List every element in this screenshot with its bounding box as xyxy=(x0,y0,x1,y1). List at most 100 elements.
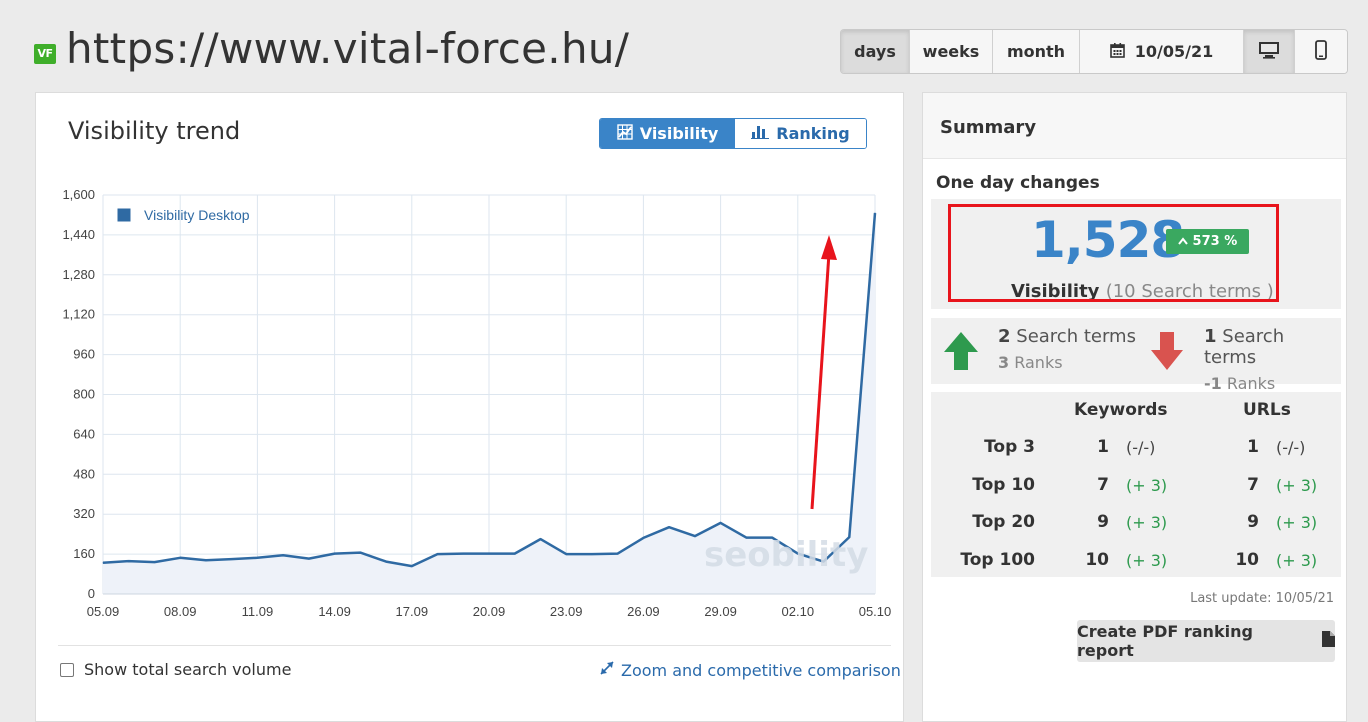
data-point[interactable] xyxy=(694,535,696,537)
x-tick-label: 14.09 xyxy=(318,604,351,619)
data-point[interactable] xyxy=(334,553,336,555)
y-tick-label: 1,280 xyxy=(62,267,95,282)
data-point[interactable] xyxy=(308,558,310,560)
x-tick-label: 05.09 xyxy=(87,604,120,619)
data-point[interactable] xyxy=(565,553,567,555)
visibility-chart[interactable]: 0 160 320 480 640 800 960 1,120 1,280 1,440 1,600 0… xyxy=(36,93,905,638)
summary-panel: Summary One day changes 1,528 573 % Visi… xyxy=(922,92,1347,722)
legend-swatch xyxy=(116,207,132,223)
y-tick-label: 1,440 xyxy=(62,227,95,242)
row-label-top100: Top 100 xyxy=(960,550,1035,570)
data-point[interactable] xyxy=(128,560,130,562)
data-point[interactable] xyxy=(102,562,104,564)
file-icon xyxy=(1322,631,1335,651)
kw-top100-delta: (+ 3) xyxy=(1126,551,1168,570)
weeks-button[interactable]: weeks xyxy=(910,30,993,73)
show-total-checkbox[interactable] xyxy=(60,662,74,677)
arrow-up-icon xyxy=(944,332,978,375)
x-tick-label: 05.10 xyxy=(859,604,892,619)
summary-title: Summary xyxy=(940,117,1037,138)
create-pdf-report-button[interactable]: Create PDF ranking report xyxy=(1077,620,1335,662)
data-point[interactable] xyxy=(539,538,541,540)
kw-top10: 7 xyxy=(1097,475,1109,495)
seobility-watermark: seobility xyxy=(704,535,868,575)
arrow-down-icon xyxy=(1151,332,1183,375)
urls-column-header: URLs xyxy=(1243,400,1291,420)
kw-top20: 9 xyxy=(1097,512,1109,532)
x-tick-label: 23.09 xyxy=(550,604,583,619)
date-label: 10/05/21 xyxy=(1134,42,1214,61)
summary-header: Summary xyxy=(923,93,1346,159)
data-point[interactable] xyxy=(591,553,593,555)
x-tick-label: 29.09 xyxy=(704,604,737,619)
kw-top100: 10 xyxy=(1085,550,1109,570)
mobile-icon xyxy=(1315,39,1327,64)
x-tick-label: 08.09 xyxy=(164,604,197,619)
data-point[interactable] xyxy=(359,552,361,554)
y-tick-label: 640 xyxy=(73,426,95,441)
visibility-trend-panel: Visibility trend Visibility Ranking 0 16… xyxy=(35,92,904,722)
data-point[interactable] xyxy=(231,558,233,560)
down-ranks-label: Ranks xyxy=(1226,374,1276,393)
days-button[interactable]: days xyxy=(841,30,910,73)
data-point[interactable] xyxy=(179,557,181,559)
zoom-comparison-link[interactable]: Zoom and competitive comparison xyxy=(599,660,901,680)
y-tick-label: 1,120 xyxy=(62,307,95,322)
y-tick-label: 320 xyxy=(73,506,95,521)
data-point[interactable] xyxy=(488,553,490,555)
keywords-column-header: Keywords xyxy=(1074,400,1168,420)
one-day-changes-heading: One day changes xyxy=(936,173,1100,193)
url-top100: 10 xyxy=(1235,550,1259,570)
divider xyxy=(58,645,891,646)
data-point[interactable] xyxy=(514,553,516,555)
kw-top10-delta: (+ 3) xyxy=(1126,476,1168,495)
up-count: 2 xyxy=(998,326,1011,347)
data-point[interactable] xyxy=(668,526,670,528)
data-point[interactable] xyxy=(256,557,258,559)
data-point[interactable] xyxy=(411,565,413,567)
data-point[interactable] xyxy=(462,553,464,555)
date-picker-button[interactable]: 10/05/21 xyxy=(1080,30,1244,73)
x-tick-label: 02.10 xyxy=(782,604,815,619)
red-highlight-box xyxy=(948,204,1279,302)
up-ranks-label: Ranks xyxy=(1014,353,1063,372)
legend-label[interactable]: Visibility Desktop xyxy=(144,207,250,223)
data-point[interactable] xyxy=(385,561,387,563)
url-top10: 7 xyxy=(1247,475,1259,495)
data-point[interactable] xyxy=(642,537,644,539)
data-point[interactable] xyxy=(874,212,876,214)
ranking-stats-table: Keywords URLs Top 3 1 (-/-) 1 (-/-) Top … xyxy=(931,392,1341,577)
show-total-search-volume[interactable]: Show total search volume xyxy=(60,660,291,679)
y-tick-label: 480 xyxy=(73,466,95,481)
kw-top20-delta: (+ 3) xyxy=(1126,513,1168,532)
desktop-icon xyxy=(1258,41,1280,63)
kw-top3: 1 xyxy=(1097,437,1109,457)
x-tick-label: 17.09 xyxy=(396,604,429,619)
timeframe-toolbar: days weeks month 10/05/21 xyxy=(840,29,1348,74)
desktop-toggle-button[interactable] xyxy=(1244,30,1295,73)
mobile-toggle-button[interactable] xyxy=(1295,30,1347,73)
data-point[interactable] xyxy=(153,561,155,563)
data-point[interactable] xyxy=(282,554,284,556)
url-top20-delta: (+ 3) xyxy=(1276,513,1318,532)
data-point[interactable] xyxy=(720,522,722,524)
site-url-title: https://www.vital-force.hu/ xyxy=(66,24,630,73)
y-tick-label: 0 xyxy=(88,586,95,601)
show-total-label: Show total search volume xyxy=(84,660,292,679)
kw-top3-delta: (-/-) xyxy=(1126,438,1156,457)
down-count: 1 xyxy=(1204,326,1217,347)
down-changes: 1 Search terms -1 Ranks xyxy=(1204,326,1341,393)
down-label: Search terms xyxy=(1204,326,1285,368)
url-top3: 1 xyxy=(1247,437,1259,457)
data-point[interactable] xyxy=(437,553,439,555)
expand-arrows-icon xyxy=(599,660,615,680)
url-top20: 9 xyxy=(1247,512,1259,532)
url-top3-delta: (-/-) xyxy=(1276,438,1306,457)
url-top100-delta: (+ 3) xyxy=(1276,551,1318,570)
data-point[interactable] xyxy=(205,559,207,561)
up-label: Search terms xyxy=(1016,326,1136,347)
url-top10-delta: (+ 3) xyxy=(1276,476,1318,495)
data-point[interactable] xyxy=(617,553,619,555)
month-button[interactable]: month xyxy=(993,30,1080,73)
y-tick-label: 800 xyxy=(73,387,95,402)
